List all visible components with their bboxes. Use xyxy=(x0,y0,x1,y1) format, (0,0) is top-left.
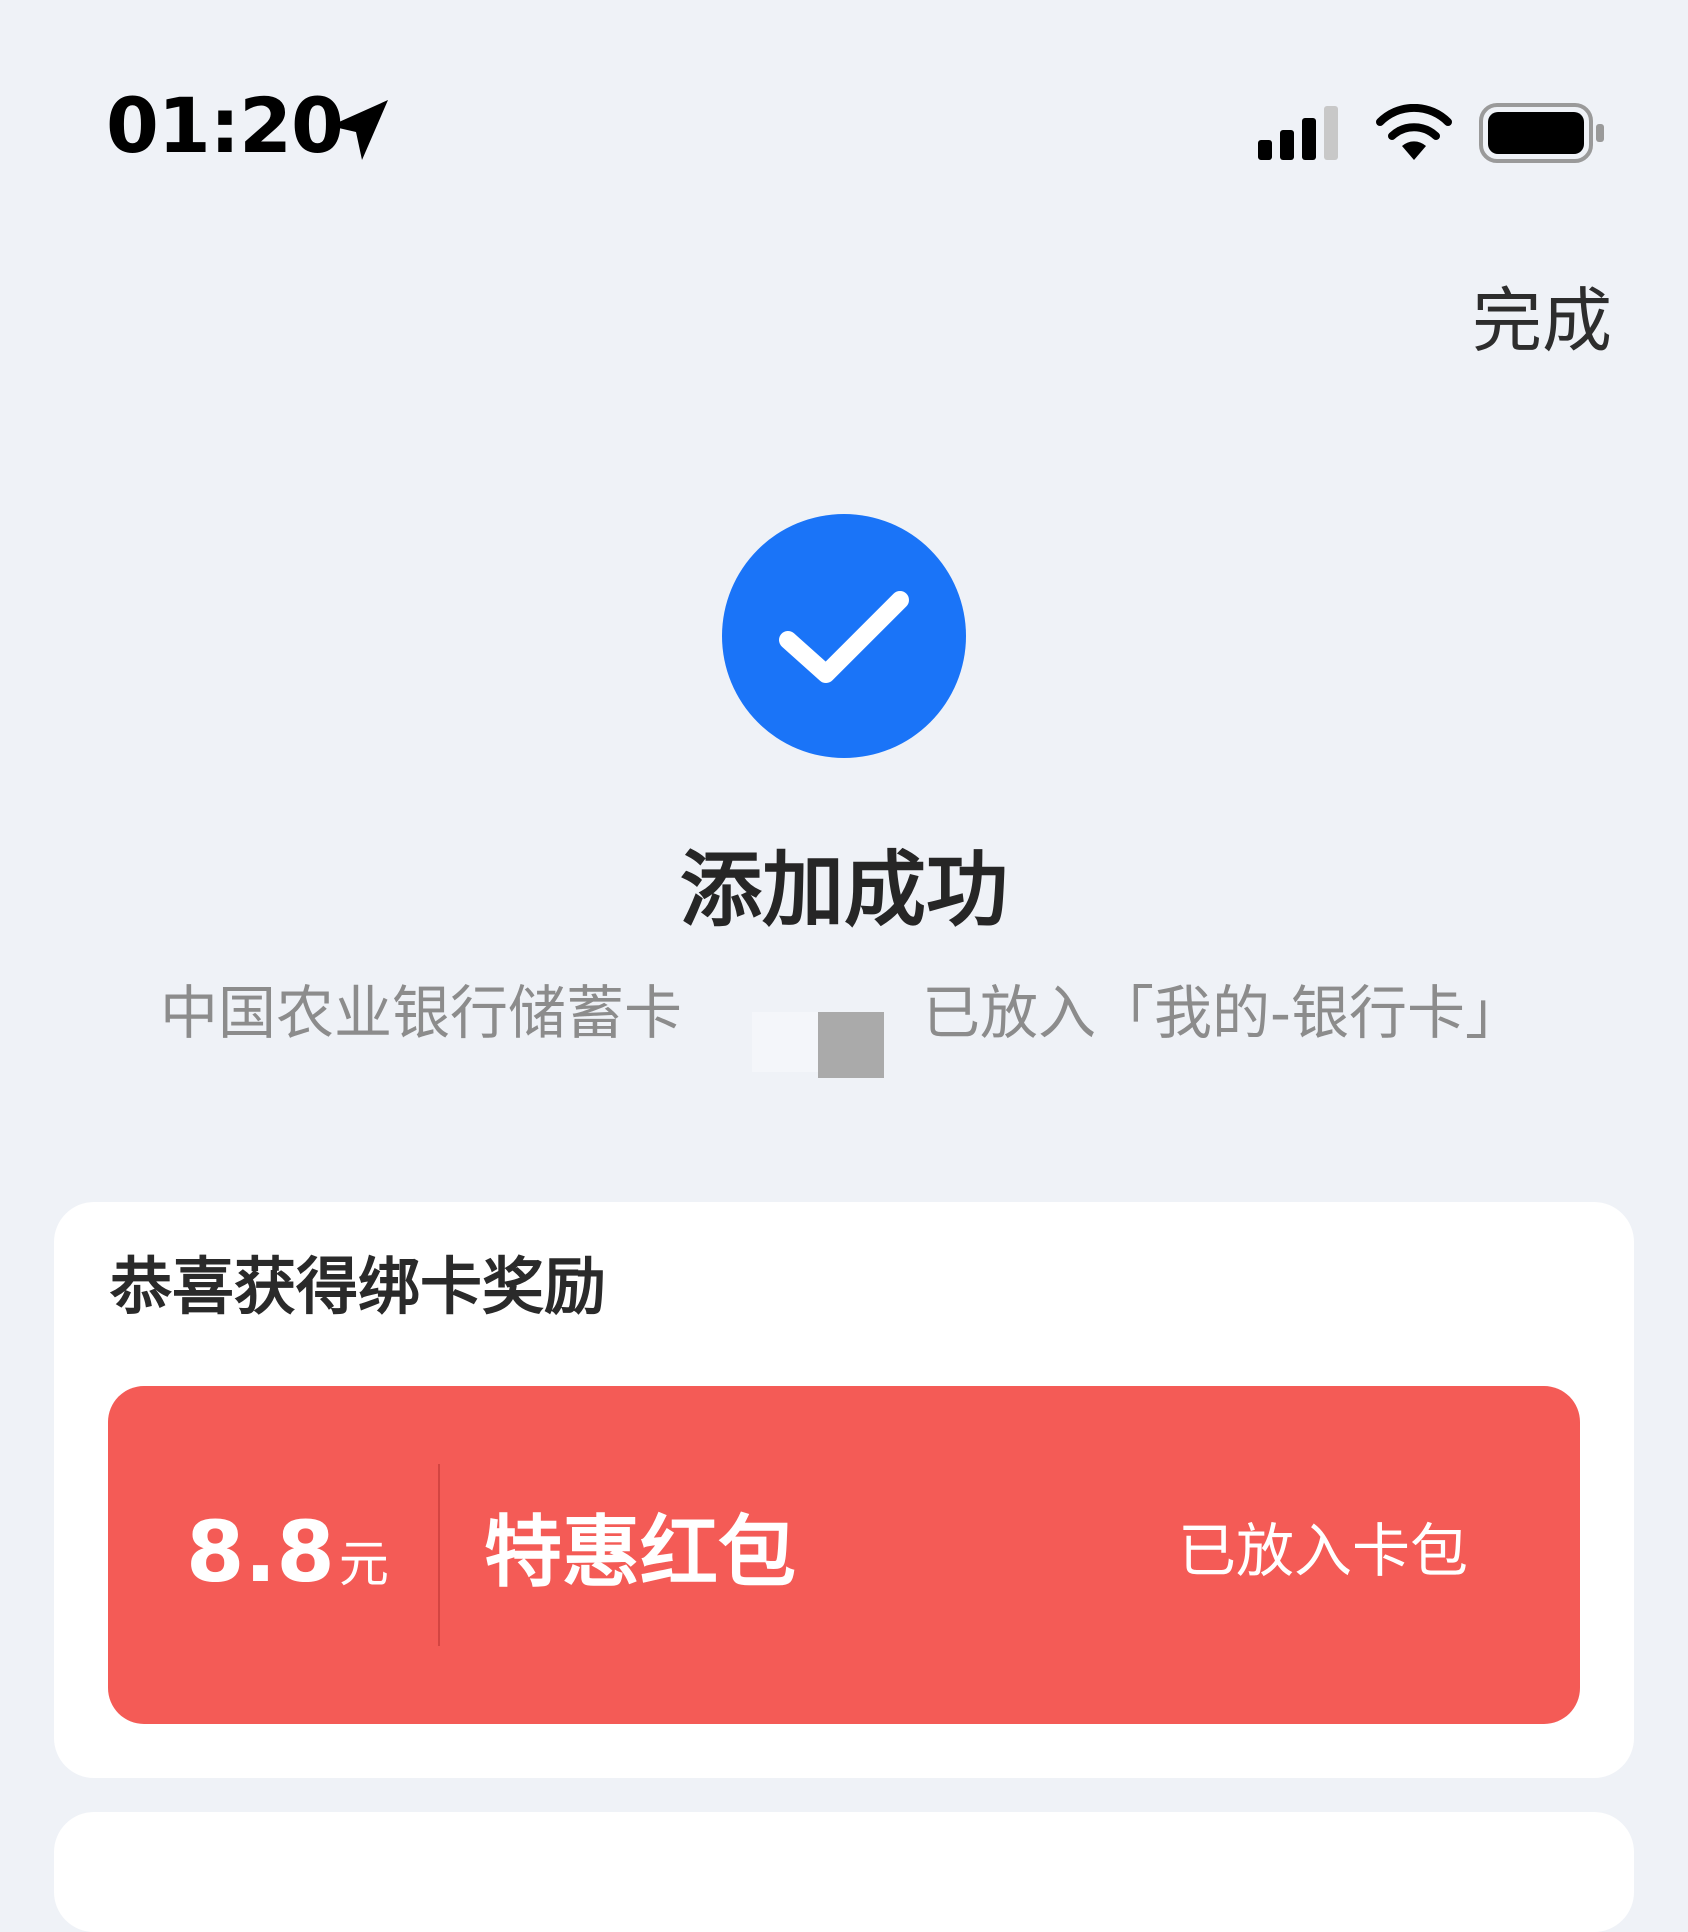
coupon-divider xyxy=(438,1464,440,1646)
status-bar: 01:20 xyxy=(0,0,1688,200)
cellular-signal-icon xyxy=(1258,106,1338,160)
result-description: 中国农业银行储蓄卡 已放入「我的-银行卡」 xyxy=(160,984,1523,1078)
battery-icon xyxy=(1479,103,1604,163)
success-check-icon xyxy=(722,514,966,758)
wifi-icon xyxy=(1376,104,1452,160)
coupon-amount-value: 8.8 xyxy=(186,1503,335,1601)
red-packet-coupon[interactable]: 8.8元 特惠红包 已放入卡包 xyxy=(108,1386,1580,1724)
bank-card-name: 中国农业银行储蓄卡 xyxy=(160,979,683,1047)
status-time: 01:20 xyxy=(106,81,344,170)
coupon-status: 已放入卡包 xyxy=(1177,1517,1468,1585)
coupon-amount-unit: 元 xyxy=(338,1535,389,1593)
reward-title: 恭喜获得绑卡奖励 xyxy=(110,1250,607,1323)
location-arrow-icon xyxy=(330,100,388,160)
reward-card: 恭喜获得绑卡奖励 8.8元 特惠红包 已放入卡包 xyxy=(54,1202,1634,1778)
success-title: 添加成功 xyxy=(679,843,1008,938)
coupon-name: 特惠红包 xyxy=(484,1508,797,1598)
result-location-text: 已放入「我的-银行卡」 xyxy=(922,979,1523,1047)
redacted-card-number xyxy=(682,986,922,1078)
coupon-amount: 8.8元 xyxy=(186,1510,389,1594)
next-card xyxy=(54,1812,1634,1932)
done-button[interactable]: 完成 xyxy=(1472,286,1612,356)
